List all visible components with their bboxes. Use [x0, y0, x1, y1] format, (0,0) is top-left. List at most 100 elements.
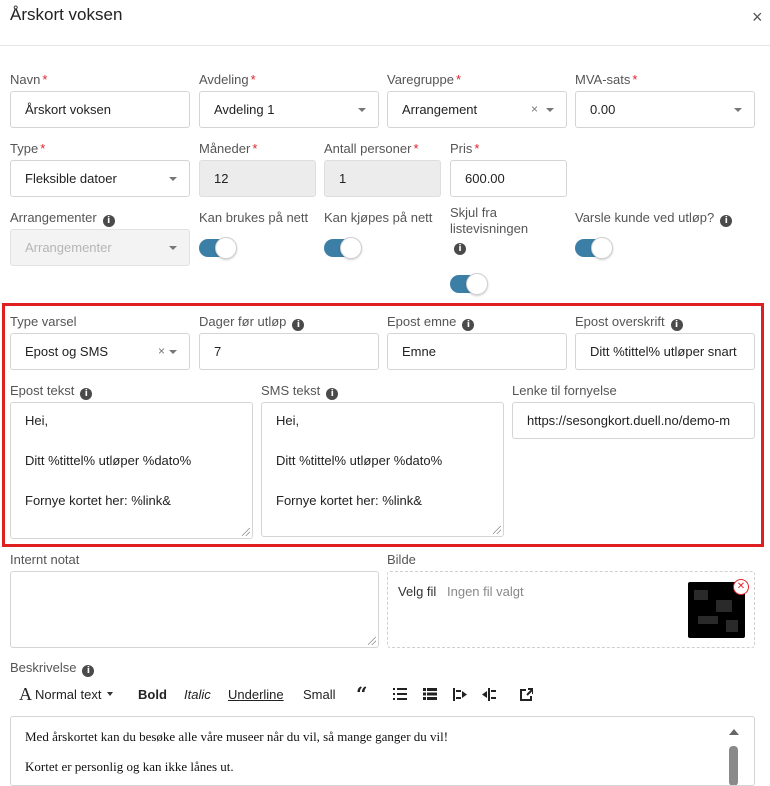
- chevron-down-icon: [169, 177, 177, 181]
- format-dropdown[interactable]: A Normal text: [19, 682, 114, 706]
- bold-button[interactable]: Bold: [138, 682, 167, 706]
- quote-icon[interactable]: “: [356, 682, 368, 706]
- dialog-title: Årskort voksen: [10, 5, 123, 24]
- text-format-icon: A: [19, 683, 32, 704]
- dager-value: 7: [214, 344, 222, 359]
- info-icon[interactable]: i: [292, 319, 305, 331]
- toggle-knob: [466, 273, 488, 295]
- epost-overskrift-input[interactable]: Ditt %tittel% utløper snart: [575, 333, 755, 370]
- navn-value: Årskort voksen: [25, 102, 111, 117]
- close-icon[interactable]: ×: [752, 8, 763, 26]
- varsle-toggle[interactable]: [575, 237, 613, 259]
- lenke-label: Lenke til fornyelse: [512, 383, 617, 398]
- internt-notat-label: Internt notat: [10, 552, 80, 567]
- skjul-label: Skjul fra listevisningen i: [450, 205, 529, 255]
- chevron-down-icon: [734, 108, 742, 112]
- type-select[interactable]: Fleksible datoer: [10, 160, 190, 197]
- info-icon[interactable]: i: [462, 319, 475, 331]
- chevron-down-icon: [169, 350, 177, 354]
- kan-kjopes-toggle[interactable]: [324, 237, 362, 259]
- varegruppe-select[interactable]: Arrangement ×: [387, 91, 567, 128]
- clear-icon[interactable]: ×: [158, 344, 165, 358]
- dager-label: Dager før utløp i: [199, 314, 305, 331]
- maneder-input: 12: [199, 160, 316, 197]
- arrangementer-label: Arrangementer i: [10, 210, 115, 227]
- description-editor[interactable]: Med årskortet kan du besøke alle våre mu…: [10, 716, 755, 786]
- chevron-down-icon: [358, 108, 366, 112]
- mva-select[interactable]: 0.00: [575, 91, 755, 128]
- epost-tekst-textarea[interactable]: Hei, Ditt %tittel% utløper %dato% Fornye…: [10, 402, 253, 539]
- avdeling-value: Avdeling 1: [214, 102, 275, 117]
- epost-emne-label: Epost emne i: [387, 314, 475, 331]
- arrangementer-placeholder: Arrangementer: [25, 240, 112, 255]
- type-varsel-value: Epost og SMS: [25, 344, 109, 359]
- text-line: Hei,: [25, 413, 49, 428]
- epost-tekst-label: Epost tekst i: [10, 383, 93, 400]
- bilde-upload: Velg fil Ingen fil valgt ✕: [387, 571, 755, 648]
- varsle-label: Varsle kunde ved utløp? i: [575, 210, 733, 227]
- numbered-list-icon[interactable]: [423, 682, 437, 706]
- underline-button[interactable]: Underline: [228, 682, 284, 706]
- sms-tekst-textarea[interactable]: Hei, Ditt %tittel% utløper %dato% Fornye…: [261, 402, 504, 537]
- outdent-icon[interactable]: [453, 682, 467, 706]
- mva-label: MVA-sats *: [575, 72, 638, 87]
- scroll-up-icon[interactable]: [729, 729, 739, 735]
- choose-file-button[interactable]: Velg fil: [398, 584, 436, 599]
- kan-brukes-toggle[interactable]: [199, 237, 237, 259]
- avdeling-select[interactable]: Avdeling 1: [199, 91, 379, 128]
- text-line: Fornye kortet her: %link&: [25, 493, 171, 508]
- chevron-down-icon: [107, 692, 114, 696]
- info-icon[interactable]: i: [82, 665, 95, 677]
- type-label: Type *: [10, 141, 46, 156]
- skjul-toggle[interactable]: [450, 273, 488, 295]
- epost-overskrift-label: Epost overskrift i: [575, 314, 683, 331]
- italic-button[interactable]: Italic: [184, 682, 211, 706]
- pris-input[interactable]: 600.00: [450, 160, 567, 197]
- sms-tekst-label: SMS tekst i: [261, 383, 339, 400]
- toggle-knob: [591, 237, 613, 259]
- epost-emne-value: Emne: [402, 344, 436, 359]
- info-icon[interactable]: i: [80, 388, 93, 400]
- navn-input[interactable]: Årskort voksen: [10, 91, 190, 128]
- type-varsel-select[interactable]: Epost og SMS ×: [10, 333, 190, 370]
- resize-handle[interactable]: [368, 637, 376, 645]
- epost-emne-input[interactable]: Emne: [387, 333, 567, 370]
- resize-handle[interactable]: [493, 526, 501, 534]
- text-line: Fornye kortet her: %link&: [276, 493, 422, 508]
- bullet-list-icon[interactable]: [393, 682, 407, 706]
- pris-label: Pris *: [450, 141, 480, 156]
- lenke-input[interactable]: https://sesongkort.duell.no/demo-m: [512, 402, 755, 439]
- resize-handle[interactable]: [242, 528, 250, 536]
- dialog-header: Årskort voksen ×: [0, 0, 770, 46]
- editor-scrollbar[interactable]: [726, 727, 740, 785]
- remove-image-icon[interactable]: ✕: [733, 579, 749, 595]
- varegruppe-label: Varegruppe *: [387, 72, 462, 87]
- info-icon[interactable]: i: [102, 215, 115, 227]
- internt-notat-textarea[interactable]: [10, 571, 379, 648]
- maneder-label: Måneder *: [199, 141, 258, 156]
- info-icon[interactable]: i: [720, 215, 733, 227]
- scroll-thumb[interactable]: [729, 746, 738, 785]
- maneder-value: 12: [214, 171, 229, 186]
- toggle-knob: [215, 237, 237, 259]
- arrangementer-select: Arrangementer: [10, 229, 190, 266]
- info-icon[interactable]: i: [670, 319, 683, 331]
- description-paragraph: Med årskortet kan du besøke alle våre mu…: [25, 729, 449, 744]
- epost-overskrift-value: Ditt %tittel% utløper snart: [590, 344, 737, 359]
- info-icon[interactable]: i: [326, 388, 339, 400]
- antall-value: 1: [339, 171, 347, 186]
- kan-brukes-label: Kan brukes på nett: [199, 210, 309, 225]
- small-button[interactable]: Small: [303, 682, 336, 706]
- redo-icon[interactable]: [519, 682, 533, 706]
- indent-icon[interactable]: [482, 682, 496, 706]
- type-value: Fleksible datoer: [25, 171, 117, 186]
- dager-input[interactable]: 7: [199, 333, 379, 370]
- antall-label: Antall personer *: [324, 141, 419, 156]
- lenke-value: https://sesongkort.duell.no/demo-m: [527, 413, 731, 428]
- editor-toolbar: A Normal text Bold Italic Underline Smal…: [10, 682, 755, 706]
- clear-icon[interactable]: ×: [531, 102, 538, 116]
- format-label: Normal text: [35, 686, 102, 702]
- info-icon[interactable]: i: [454, 243, 466, 255]
- antall-input: 1: [324, 160, 441, 197]
- type-varsel-label: Type varsel: [10, 314, 77, 329]
